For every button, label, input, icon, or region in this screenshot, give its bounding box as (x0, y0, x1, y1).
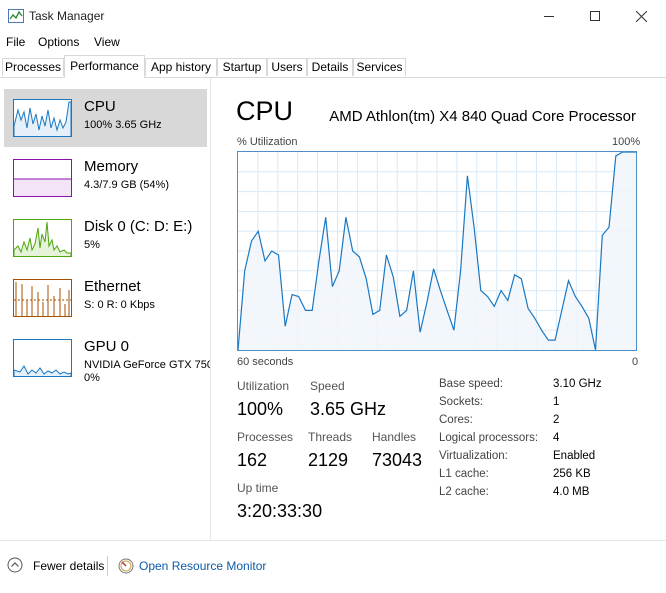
fewer-details-link[interactable]: Fewer details (33, 559, 104, 573)
menu-view[interactable]: View (94, 35, 120, 49)
gpu-model: NVIDIA GeForce GTX 750 (84, 359, 210, 371)
l2-cache-value: 4.0 MB (553, 486, 590, 498)
resource-list: CPU 100% 3.65 GHz Memory 4.3/7.9 GB (54%… (0, 78, 210, 540)
utilization-axis-label: % Utilization (237, 136, 298, 148)
tab-processes[interactable]: Processes (2, 58, 64, 76)
footer-divider (107, 556, 108, 576)
close-button[interactable] (618, 0, 664, 32)
tab-app-history[interactable]: App history (145, 58, 217, 76)
close-icon (635, 10, 647, 22)
sidebar-item-cpu[interactable]: CPU 100% 3.65 GHz (4, 89, 207, 147)
maximize-icon (590, 11, 600, 21)
menu-file[interactable]: File (6, 35, 25, 49)
chevron-up-icon (7, 557, 23, 573)
minimize-button[interactable] (526, 0, 572, 32)
sidebar-item-ethernet[interactable]: Ethernet S: 0 R: 0 Kbps (4, 269, 207, 327)
virtualization-label: Virtualization: (439, 450, 508, 462)
panel-divider (210, 78, 211, 540)
gpu-title: GPU 0 (84, 338, 130, 355)
time-axis-label: 60 seconds (237, 356, 294, 368)
cpu-graph-svg (237, 151, 636, 351)
base-speed-value: 3.10 GHz (553, 378, 602, 390)
fewer-details-toggle[interactable] (7, 557, 23, 573)
tab-details[interactable]: Details (307, 58, 353, 76)
handles-label: Handles (372, 430, 417, 444)
zero-axis-label: 0 (632, 356, 639, 368)
sidebar-item-disk[interactable]: Disk 0 (C: D: E:) 5% (4, 209, 207, 267)
speed-value: 3.65 GHz (310, 399, 387, 419)
tab-users[interactable]: Users (267, 58, 307, 76)
tab-services[interactable]: Services (353, 58, 406, 76)
memory-summary: 4.3/7.9 GB (54%) (84, 179, 169, 191)
page-title: CPU (236, 96, 294, 126)
uptime-label: Up time (237, 481, 279, 495)
ethernet-thumbnail (13, 279, 72, 317)
cpu-utilization-graph (237, 151, 637, 351)
sockets-label: Sockets: (439, 396, 484, 408)
logical-processors-value: 4 (553, 432, 560, 444)
sockets-value: 1 (553, 396, 560, 408)
menu-options[interactable]: Options (38, 35, 79, 49)
threads-label: Threads (308, 430, 353, 444)
utilization-label: Utilization (237, 379, 290, 393)
ethernet-summary: S: 0 R: 0 Kbps (84, 299, 155, 311)
task-manager-icon (8, 9, 24, 23)
gpu-summary: 0% (84, 372, 100, 384)
memory-thumbnail (13, 159, 72, 197)
handles-value: 73043 (372, 450, 423, 470)
gpu-thumbnail (13, 339, 72, 377)
speed-label: Speed (310, 379, 345, 393)
ethernet-title: Ethernet (84, 278, 141, 295)
cpu-model: AMD Athlon(tm) X4 840 Quad Core Processo… (329, 108, 636, 125)
processes-label: Processes (237, 430, 294, 444)
open-resource-monitor-link[interactable]: Open Resource Monitor (139, 559, 266, 573)
cores-value: 2 (553, 414, 560, 426)
disk-title: Disk 0 (C: D: E:) (84, 218, 193, 235)
cpu-thumbnail (13, 99, 72, 137)
disk-summary: 5% (84, 239, 100, 251)
logical-processors-label: Logical processors: (439, 432, 539, 444)
l1-cache-value: 256 KB (553, 468, 591, 480)
window-title: Task Manager (29, 9, 105, 23)
uptime-value: 3:20:33:30 (237, 501, 323, 521)
processes-value: 162 (237, 450, 268, 470)
tab-startup[interactable]: Startup (217, 58, 267, 76)
memory-title: Memory (84, 158, 139, 175)
resource-monitor-icon (118, 558, 134, 574)
sidebar-item-memory[interactable]: Memory 4.3/7.9 GB (54%) (4, 149, 207, 207)
sidebar-item-gpu[interactable]: GPU 0 NVIDIA GeForce GTX 750 0% (4, 329, 210, 387)
virtualization-value: Enabled (553, 450, 596, 462)
base-speed-label: Base speed: (439, 378, 503, 390)
max-axis-label: 100% (612, 136, 641, 148)
maximize-button[interactable] (572, 0, 618, 32)
tab-performance[interactable]: Performance (64, 55, 145, 78)
minimize-icon (544, 16, 554, 17)
utilization-value: 100% (237, 399, 284, 419)
cores-label: Cores: (439, 414, 473, 426)
disk-thumbnail (13, 219, 72, 257)
cpu-summary: 100% 3.65 GHz (84, 119, 162, 131)
cpu-title: CPU (84, 98, 116, 115)
l2-cache-label: L2 cache: (439, 486, 489, 498)
l1-cache-label: L1 cache: (439, 468, 489, 480)
threads-value: 2129 (308, 450, 349, 470)
